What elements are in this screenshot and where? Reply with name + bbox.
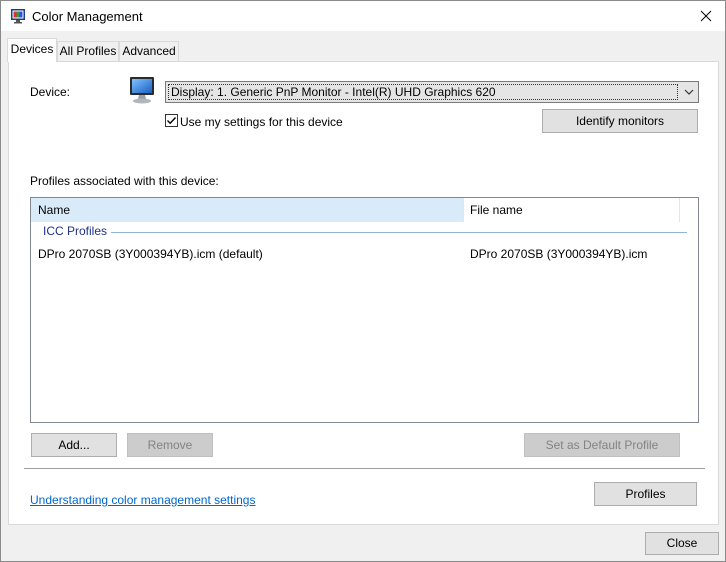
remove-button[interactable]: Remove: [127, 433, 213, 457]
color-management-icon: [11, 9, 25, 24]
monitor-icon: [130, 77, 154, 104]
group-divider: [111, 232, 687, 233]
profiles-button[interactable]: Profiles: [594, 482, 697, 506]
group-header-icc-profiles[interactable]: ICC Profiles: [31, 222, 698, 242]
profiles-section-label: Profiles associated with this device:: [30, 174, 219, 188]
tab-advanced[interactable]: Advanced: [119, 41, 179, 61]
tab-all-profiles[interactable]: All Profiles: [57, 41, 119, 61]
device-label: Device:: [30, 85, 71, 99]
use-my-settings-label[interactable]: Use my settings for this device: [180, 115, 343, 129]
identify-monitors-button[interactable]: Identify monitors: [542, 109, 698, 133]
column-header-file-name[interactable]: File name: [464, 198, 680, 222]
understanding-color-management-link[interactable]: Understanding color management settings: [30, 493, 255, 507]
set-default-profile-button[interactable]: Set as Default Profile: [524, 433, 680, 457]
device-dropdown[interactable]: Display: 1. Generic PnP Monitor - Intel(…: [165, 81, 699, 103]
add-button[interactable]: Add...: [31, 433, 117, 457]
chevron-down-icon: [684, 89, 694, 95]
profile-row-file[interactable]: DPro 2070SB (3Y000394YB).icm: [470, 247, 647, 261]
list-header: Name File name: [31, 198, 698, 222]
devices-panel: Device: Display: 1. Generic PnP Monitor …: [8, 61, 719, 525]
window-title: Color Management: [32, 9, 143, 24]
separator: [24, 468, 705, 469]
color-management-window: Color Management Devices All Profiles Ad…: [0, 0, 726, 562]
checkmark-icon: [167, 117, 177, 125]
column-header-name[interactable]: Name: [31, 198, 464, 222]
use-my-settings-checkbox[interactable]: [165, 114, 178, 127]
tab-devices[interactable]: Devices: [7, 38, 57, 62]
group-label: ICC Profiles: [43, 224, 108, 238]
profiles-list[interactable]: Name File name ICC Profiles DPro 2070SB …: [30, 197, 699, 423]
profile-row-name[interactable]: DPro 2070SB (3Y000394YB).icm (default): [38, 247, 263, 261]
device-dropdown-value: Display: 1. Generic PnP Monitor - Intel(…: [168, 84, 678, 100]
title-bar: Color Management: [1, 1, 725, 31]
close-window-icon[interactable]: [691, 1, 721, 31]
close-button[interactable]: Close: [645, 532, 719, 555]
